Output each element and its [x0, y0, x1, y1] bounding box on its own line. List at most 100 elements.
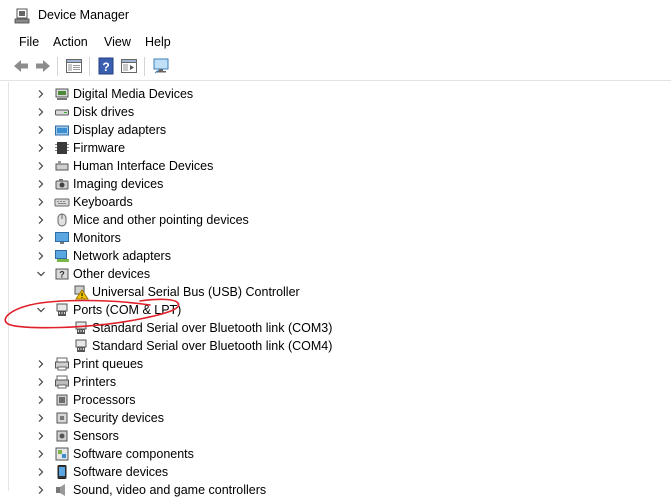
- tree-node-label: Software components: [73, 447, 194, 461]
- menu-help[interactable]: Help: [145, 35, 171, 49]
- printer-icon: [54, 374, 70, 390]
- port-icon: [73, 338, 89, 354]
- tree-node-label: Network adapters: [73, 249, 171, 263]
- tree-node[interactable]: Security devices: [9, 409, 671, 427]
- tree-node[interactable]: Display adapters: [9, 121, 671, 139]
- sensor-icon: [54, 428, 70, 444]
- warning-device-icon: [73, 284, 89, 300]
- chevron-right-icon[interactable]: [36, 161, 46, 171]
- toolbar-separator: [89, 57, 90, 76]
- chevron-right-icon[interactable]: [36, 215, 46, 225]
- mouse-icon: [54, 212, 70, 228]
- processor-icon: [54, 392, 70, 408]
- show-hide-console-tree-icon[interactable]: [65, 57, 83, 75]
- forward-arrow-icon[interactable]: [34, 57, 52, 75]
- chevron-right-icon[interactable]: [36, 143, 46, 153]
- tree-node[interactable]: Standard Serial over Bluetooth link (COM…: [9, 319, 671, 337]
- tree-node-label: Human Interface Devices: [73, 159, 214, 173]
- title-bar: Device Manager: [0, 0, 671, 31]
- chevron-right-icon[interactable]: [36, 125, 46, 135]
- network-adapter-icon: [54, 248, 70, 264]
- tree-node-label: Universal Serial Bus (USB) Controller: [92, 285, 300, 299]
- tree-node-label: Standard Serial over Bluetooth link (COM…: [92, 321, 333, 335]
- svg-text:?: ?: [59, 270, 65, 280]
- chevron-right-icon[interactable]: [36, 107, 46, 117]
- chevron-down-icon[interactable]: [36, 269, 46, 279]
- tree-node-label: Processors: [73, 393, 136, 407]
- chevron-right-icon[interactable]: [36, 197, 46, 207]
- help-icon[interactable]: ?: [97, 57, 115, 75]
- toolbar: ?: [0, 53, 671, 81]
- tree-node-label: Imaging devices: [73, 177, 164, 191]
- hid-icon: [54, 158, 70, 174]
- tree-node-label: Display adapters: [73, 123, 167, 137]
- tree-node[interactable]: Standard Serial over Bluetooth link (COM…: [9, 337, 671, 355]
- sound-icon: [54, 482, 70, 498]
- tree-node-label: Keyboards: [73, 195, 133, 209]
- tree-node[interactable]: Digital Media Devices: [9, 85, 671, 103]
- tree-node[interactable]: Software components: [9, 445, 671, 463]
- tree-node[interactable]: Processors: [9, 391, 671, 409]
- tree-node-label: Security devices: [73, 411, 165, 425]
- tree-node-label: Sound, video and game controllers: [73, 483, 267, 497]
- tree-node[interactable]: Software devices: [9, 463, 671, 481]
- tree-node[interactable]: Monitors: [9, 229, 671, 247]
- tree-node[interactable]: Network adapters: [9, 247, 671, 265]
- tree-node[interactable]: Human Interface Devices: [9, 157, 671, 175]
- firmware-chip-icon: [54, 140, 70, 156]
- chevron-right-icon[interactable]: [36, 485, 46, 495]
- chevron-right-icon[interactable]: [36, 395, 46, 405]
- menu-bar: File Action View Help: [0, 31, 671, 53]
- tree-node[interactable]: Mice and other pointing devices: [9, 211, 671, 229]
- chevron-right-icon[interactable]: [36, 449, 46, 459]
- chevron-right-icon[interactable]: [36, 359, 46, 369]
- chevron-right-icon[interactable]: [36, 251, 46, 261]
- monitor-scan-icon[interactable]: [152, 57, 170, 75]
- toolbar-separator: [144, 57, 145, 76]
- tree-node[interactable]: Sound, video and game controllers: [9, 481, 671, 499]
- tree-node[interactable]: Disk drives: [9, 103, 671, 121]
- tree-node-label: Other devices: [73, 267, 151, 281]
- software-device-icon: [54, 464, 70, 480]
- chevron-right-icon[interactable]: [36, 467, 46, 477]
- chevron-right-icon[interactable]: [36, 377, 46, 387]
- print-queue-icon: [54, 356, 70, 372]
- menu-view[interactable]: View: [104, 35, 131, 49]
- digital-media-icon: [54, 86, 70, 102]
- tree-node-label: Printers: [73, 375, 117, 389]
- svg-text:?: ?: [102, 60, 109, 74]
- other-devices-icon: ?: [54, 266, 70, 282]
- chevron-right-icon[interactable]: [36, 431, 46, 441]
- software-component-icon: [54, 446, 70, 462]
- port-icon: [54, 302, 70, 318]
- tree-node-label: Monitors: [73, 231, 121, 245]
- tree-node[interactable]: Imaging devices: [9, 175, 671, 193]
- security-device-icon: [54, 410, 70, 426]
- tree-node-label: Standard Serial over Bluetooth link (COM…: [92, 339, 333, 353]
- menu-action[interactable]: Action: [53, 35, 88, 49]
- tree-node[interactable]: Print queues: [9, 355, 671, 373]
- tree-node[interactable]: Keyboards: [9, 193, 671, 211]
- monitor-icon: [54, 230, 70, 246]
- display-adapter-icon: [54, 122, 70, 138]
- chevron-right-icon[interactable]: [36, 233, 46, 243]
- disk-drive-icon: [54, 104, 70, 120]
- window-title: Device Manager: [38, 8, 130, 22]
- chevron-right-icon[interactable]: [36, 179, 46, 189]
- tree-node[interactable]: Firmware: [9, 139, 671, 157]
- tree-node[interactable]: Universal Serial Bus (USB) Controller: [9, 283, 671, 301]
- tree-node-label: Mice and other pointing devices: [73, 213, 249, 227]
- chevron-right-icon[interactable]: [36, 413, 46, 423]
- tree-node[interactable]: Sensors: [9, 427, 671, 445]
- chevron-right-icon[interactable]: [36, 89, 46, 99]
- properties-pane-icon[interactable]: [120, 57, 138, 75]
- back-arrow-icon[interactable]: [12, 57, 30, 75]
- tree-node[interactable]: Ports (COM & LPT): [9, 301, 671, 319]
- tree-node-label: Software devices: [73, 465, 169, 479]
- device-manager-app-icon: [14, 8, 30, 24]
- menu-file[interactable]: File: [19, 35, 39, 49]
- chevron-down-icon[interactable]: [36, 305, 46, 315]
- tree-node[interactable]: ? Other devices: [9, 265, 671, 283]
- tree-node-label: Ports (COM & LPT): [73, 303, 182, 317]
- tree-node[interactable]: Printers: [9, 373, 671, 391]
